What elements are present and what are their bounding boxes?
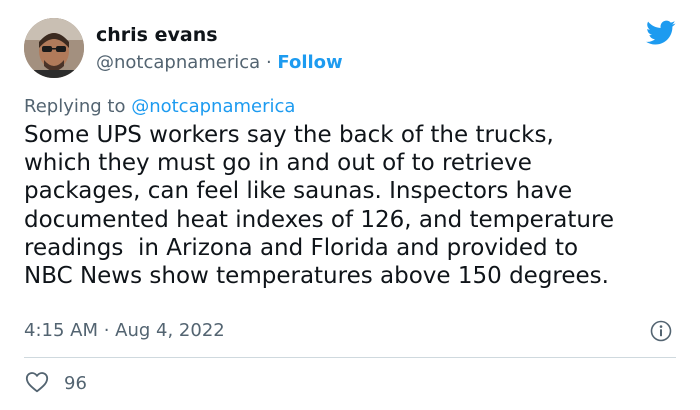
- tweet-text-line: NBC News show temperatures above 150 deg…: [24, 263, 609, 290]
- author-handle-line: @notcapnamerica · Follow: [96, 52, 343, 73]
- tweet-timestamp[interactable]: 4:15 AM · Aug 4, 2022: [24, 320, 225, 341]
- info-icon[interactable]: [650, 320, 672, 342]
- avatar[interactable]: [24, 18, 84, 78]
- twitter-bird-icon[interactable]: [646, 20, 676, 46]
- follow-button[interactable]: Follow: [277, 52, 342, 73]
- like-count: 96: [64, 373, 87, 394]
- tweet-text-line: readings in Arizona and Florida and prov…: [24, 234, 579, 261]
- tweet-text: Some UPS workers say the back of the tru…: [24, 121, 684, 290]
- tweet-card: chris evans @notcapnamerica · Follow Rep…: [0, 0, 700, 410]
- reply-mention-link[interactable]: @notcapnamerica: [131, 96, 295, 117]
- tweet-text-line: Some UPS workers say the back of the tru…: [24, 122, 554, 148]
- author-handle[interactable]: @notcapnamerica: [96, 52, 260, 73]
- replying-prefix: Replying to: [24, 96, 132, 117]
- replying-to: Replying to @notcapnamerica: [24, 96, 295, 117]
- author-display-name[interactable]: chris evans: [96, 24, 218, 46]
- tweet-text-line: packages, can feel like saunas. Inspecto…: [24, 178, 573, 205]
- tweet-text-line: documented heat indexes of 126, and temp…: [24, 206, 615, 233]
- handle-separator: ·: [260, 52, 278, 73]
- tweet-text-line: which they must go in and out of to retr…: [24, 150, 532, 177]
- heart-icon[interactable]: [25, 371, 49, 393]
- divider: [24, 357, 676, 358]
